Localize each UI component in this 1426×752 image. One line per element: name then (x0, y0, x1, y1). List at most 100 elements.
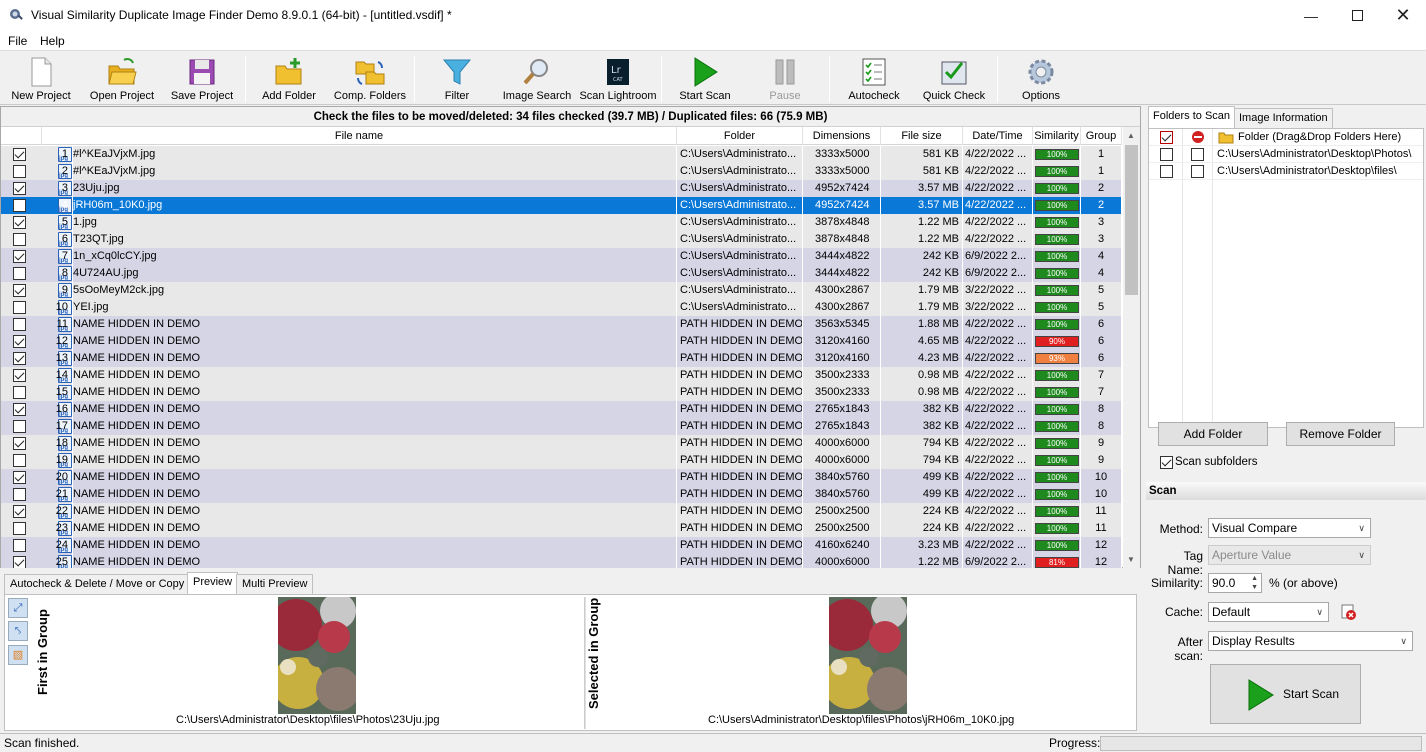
add-folder-panel-button[interactable]: Add Folder (1158, 422, 1268, 446)
close-button[interactable]: ✕ (1380, 0, 1426, 31)
minimize-button[interactable]: — (1288, 0, 1334, 31)
tag-name-select[interactable]: Aperture Value ∨ (1208, 545, 1371, 565)
table-row[interactable]: 4jRH06m_10K0.jpgC:\Users\Administrato...… (1, 197, 1122, 219)
row-checkbox[interactable] (13, 488, 26, 501)
similarity-stepper[interactable]: 90.0 ▲ ▼ (1208, 573, 1262, 593)
tab-image-information[interactable]: Image Information (1234, 108, 1333, 128)
zoom-actual-icon[interactable]: ⤣ (8, 621, 28, 641)
method-select[interactable]: Visual Compare ∨ (1208, 518, 1371, 538)
table-row[interactable]: 11NAME HIDDEN IN DEMOPATH HIDDEN IN DEMO… (1, 316, 1122, 338)
folder-exclude-checkbox[interactable] (1191, 148, 1204, 161)
row-checkbox[interactable] (13, 318, 26, 331)
folder-row[interactable]: C:\Users\Administrator\Desktop\Photos\ (1149, 146, 1423, 163)
row-checkbox[interactable] (13, 522, 26, 535)
autocheck-button[interactable]: Autocheck (840, 54, 908, 104)
row-checkbox[interactable] (13, 539, 26, 552)
remove-folder-button[interactable]: Remove Folder (1286, 422, 1395, 446)
folder-row[interactable]: Folder (Drag&Drop Folders Here) (1149, 129, 1423, 146)
row-checkbox[interactable] (13, 403, 26, 416)
table-row[interactable]: 17NAME HIDDEN IN DEMOPATH HIDDEN IN DEMO… (1, 418, 1122, 440)
row-checkbox[interactable] (13, 386, 26, 399)
row-checkbox[interactable] (13, 199, 26, 212)
folder-include-checkbox[interactable] (1160, 131, 1173, 144)
scan-lightroom-button[interactable]: Lr CAT Scan Lightroom (578, 54, 658, 104)
options-button[interactable]: Options (1008, 54, 1074, 104)
row-checkbox[interactable] (13, 165, 26, 178)
table-row[interactable]: 323Uju.jpgC:\Users\Administrato...4952x7… (1, 180, 1122, 202)
scan-subfolders-checkbox[interactable] (1160, 456, 1173, 469)
table-row[interactable]: 16NAME HIDDEN IN DEMOPATH HIDDEN IN DEMO… (1, 401, 1122, 423)
table-row[interactable]: 20NAME HIDDEN IN DEMOPATH HIDDEN IN DEMO… (1, 469, 1122, 491)
table-row[interactable]: 23NAME HIDDEN IN DEMOPATH HIDDEN IN DEMO… (1, 520, 1122, 542)
scrollbar-thumb[interactable] (1125, 145, 1138, 295)
table-row[interactable]: 21NAME HIDDEN IN DEMOPATH HIDDEN IN DEMO… (1, 486, 1122, 508)
table-row[interactable]: 15NAME HIDDEN IN DEMOPATH HIDDEN IN DEMO… (1, 384, 1122, 406)
fit-icon[interactable]: ⤢ (8, 598, 28, 618)
row-checkbox[interactable] (13, 505, 26, 518)
row-checkbox[interactable] (13, 267, 26, 280)
col-date-time[interactable]: Date/Time (963, 127, 1033, 145)
menu-file[interactable]: File (8, 34, 27, 48)
col-file-name[interactable]: File name (42, 127, 677, 145)
save-project-button[interactable]: Save Project (166, 54, 238, 104)
image-search-button[interactable]: Image Search (500, 54, 574, 104)
menu-help[interactable]: Help (40, 34, 65, 48)
table-row[interactable]: 12NAME HIDDEN IN DEMOPATH HIDDEN IN DEMO… (1, 333, 1122, 355)
col-group[interactable]: Group (1081, 127, 1122, 145)
col-check[interactable] (1, 127, 42, 145)
table-row[interactable]: 18NAME HIDDEN IN DEMOPATH HIDDEN IN DEMO… (1, 435, 1122, 457)
table-row[interactable]: 1#l^KEaJVjxM.jpgC:\Users\Administrato...… (1, 146, 1122, 168)
clear-cache-icon[interactable] (1339, 603, 1357, 621)
tab-autocheck[interactable]: Autocheck & Delete / Move or Copy (4, 574, 191, 594)
scroll-down-icon[interactable]: ▼ (1127, 555, 1135, 564)
table-row[interactable]: 6T23QT.jpgC:\Users\Administrato...3878x4… (1, 231, 1122, 253)
results-scrollbar[interactable]: ▲ ▼ (1123, 127, 1140, 568)
table-row[interactable]: 22NAME HIDDEN IN DEMOPATH HIDDEN IN DEMO… (1, 503, 1122, 525)
table-row[interactable]: 84U724AU.jpgC:\Users\Administrato...3444… (1, 265, 1122, 287)
row-checkbox[interactable] (13, 369, 26, 382)
col-dimensions[interactable]: Dimensions (803, 127, 881, 145)
row-checkbox[interactable] (13, 556, 26, 568)
tab-multi-preview[interactable]: Multi Preview (236, 574, 314, 594)
col-similarity[interactable]: Similarity (1033, 127, 1081, 145)
tab-preview[interactable]: Preview (187, 572, 239, 594)
folder-include-checkbox[interactable] (1160, 148, 1173, 161)
row-checkbox[interactable] (13, 301, 26, 314)
row-checkbox[interactable] (13, 420, 26, 433)
table-row[interactable]: 13NAME HIDDEN IN DEMOPATH HIDDEN IN DEMO… (1, 350, 1122, 372)
after-scan-select[interactable]: Display Results ∨ (1208, 631, 1413, 651)
maximize-button[interactable] (1334, 0, 1380, 31)
stepper-arrows-icon[interactable]: ▲ ▼ (1251, 574, 1258, 592)
row-checkbox[interactable] (13, 352, 26, 365)
folder-include-checkbox[interactable] (1160, 165, 1173, 178)
scroll-up-icon[interactable]: ▲ (1127, 131, 1135, 140)
table-row[interactable]: 19NAME HIDDEN IN DEMOPATH HIDDEN IN DEMO… (1, 452, 1122, 474)
quick-check-button[interactable]: Quick Check (918, 54, 990, 104)
table-row[interactable]: 51.jpgC:\Users\Administrato...3878x48481… (1, 214, 1122, 236)
row-checkbox[interactable] (13, 335, 26, 348)
row-checkbox[interactable] (13, 454, 26, 467)
row-checkbox[interactable] (13, 437, 26, 450)
compare-folders-button[interactable]: Comp. Folders (330, 54, 410, 104)
swap-icon[interactable]: ▧ (8, 645, 28, 665)
cache-select[interactable]: Default ∨ (1208, 602, 1329, 622)
new-project-button[interactable]: New Project (4, 54, 78, 104)
folder-row[interactable]: C:\Users\Administrator\Desktop\files\ (1149, 163, 1423, 180)
col-file-size[interactable]: File size (881, 127, 963, 145)
add-folder-button[interactable]: Add Folder (256, 54, 322, 104)
tab-folders-to-scan[interactable]: Folders to Scan (1148, 106, 1236, 128)
table-row[interactable]: 95sOoMeyM2ck.jpgC:\Users\Administrato...… (1, 282, 1122, 304)
row-checkbox[interactable] (13, 216, 26, 229)
start-scan-toolbar-button[interactable]: Start Scan (672, 54, 738, 104)
table-row[interactable]: 71n_xCq0lcCY.jpgC:\Users\Administrato...… (1, 248, 1122, 270)
row-checkbox[interactable] (13, 233, 26, 246)
folder-exclude-checkbox[interactable] (1191, 165, 1204, 178)
col-folder[interactable]: Folder (677, 127, 803, 145)
row-checkbox[interactable] (13, 471, 26, 484)
table-row[interactable]: 10YEI.jpgC:\Users\Administrato...4300x28… (1, 299, 1122, 321)
filter-button[interactable]: Filter (424, 54, 490, 104)
open-project-button[interactable]: Open Project (84, 54, 160, 104)
row-checkbox[interactable] (13, 250, 26, 263)
table-row[interactable]: 14NAME HIDDEN IN DEMOPATH HIDDEN IN DEMO… (1, 367, 1122, 389)
row-checkbox[interactable] (13, 148, 26, 161)
